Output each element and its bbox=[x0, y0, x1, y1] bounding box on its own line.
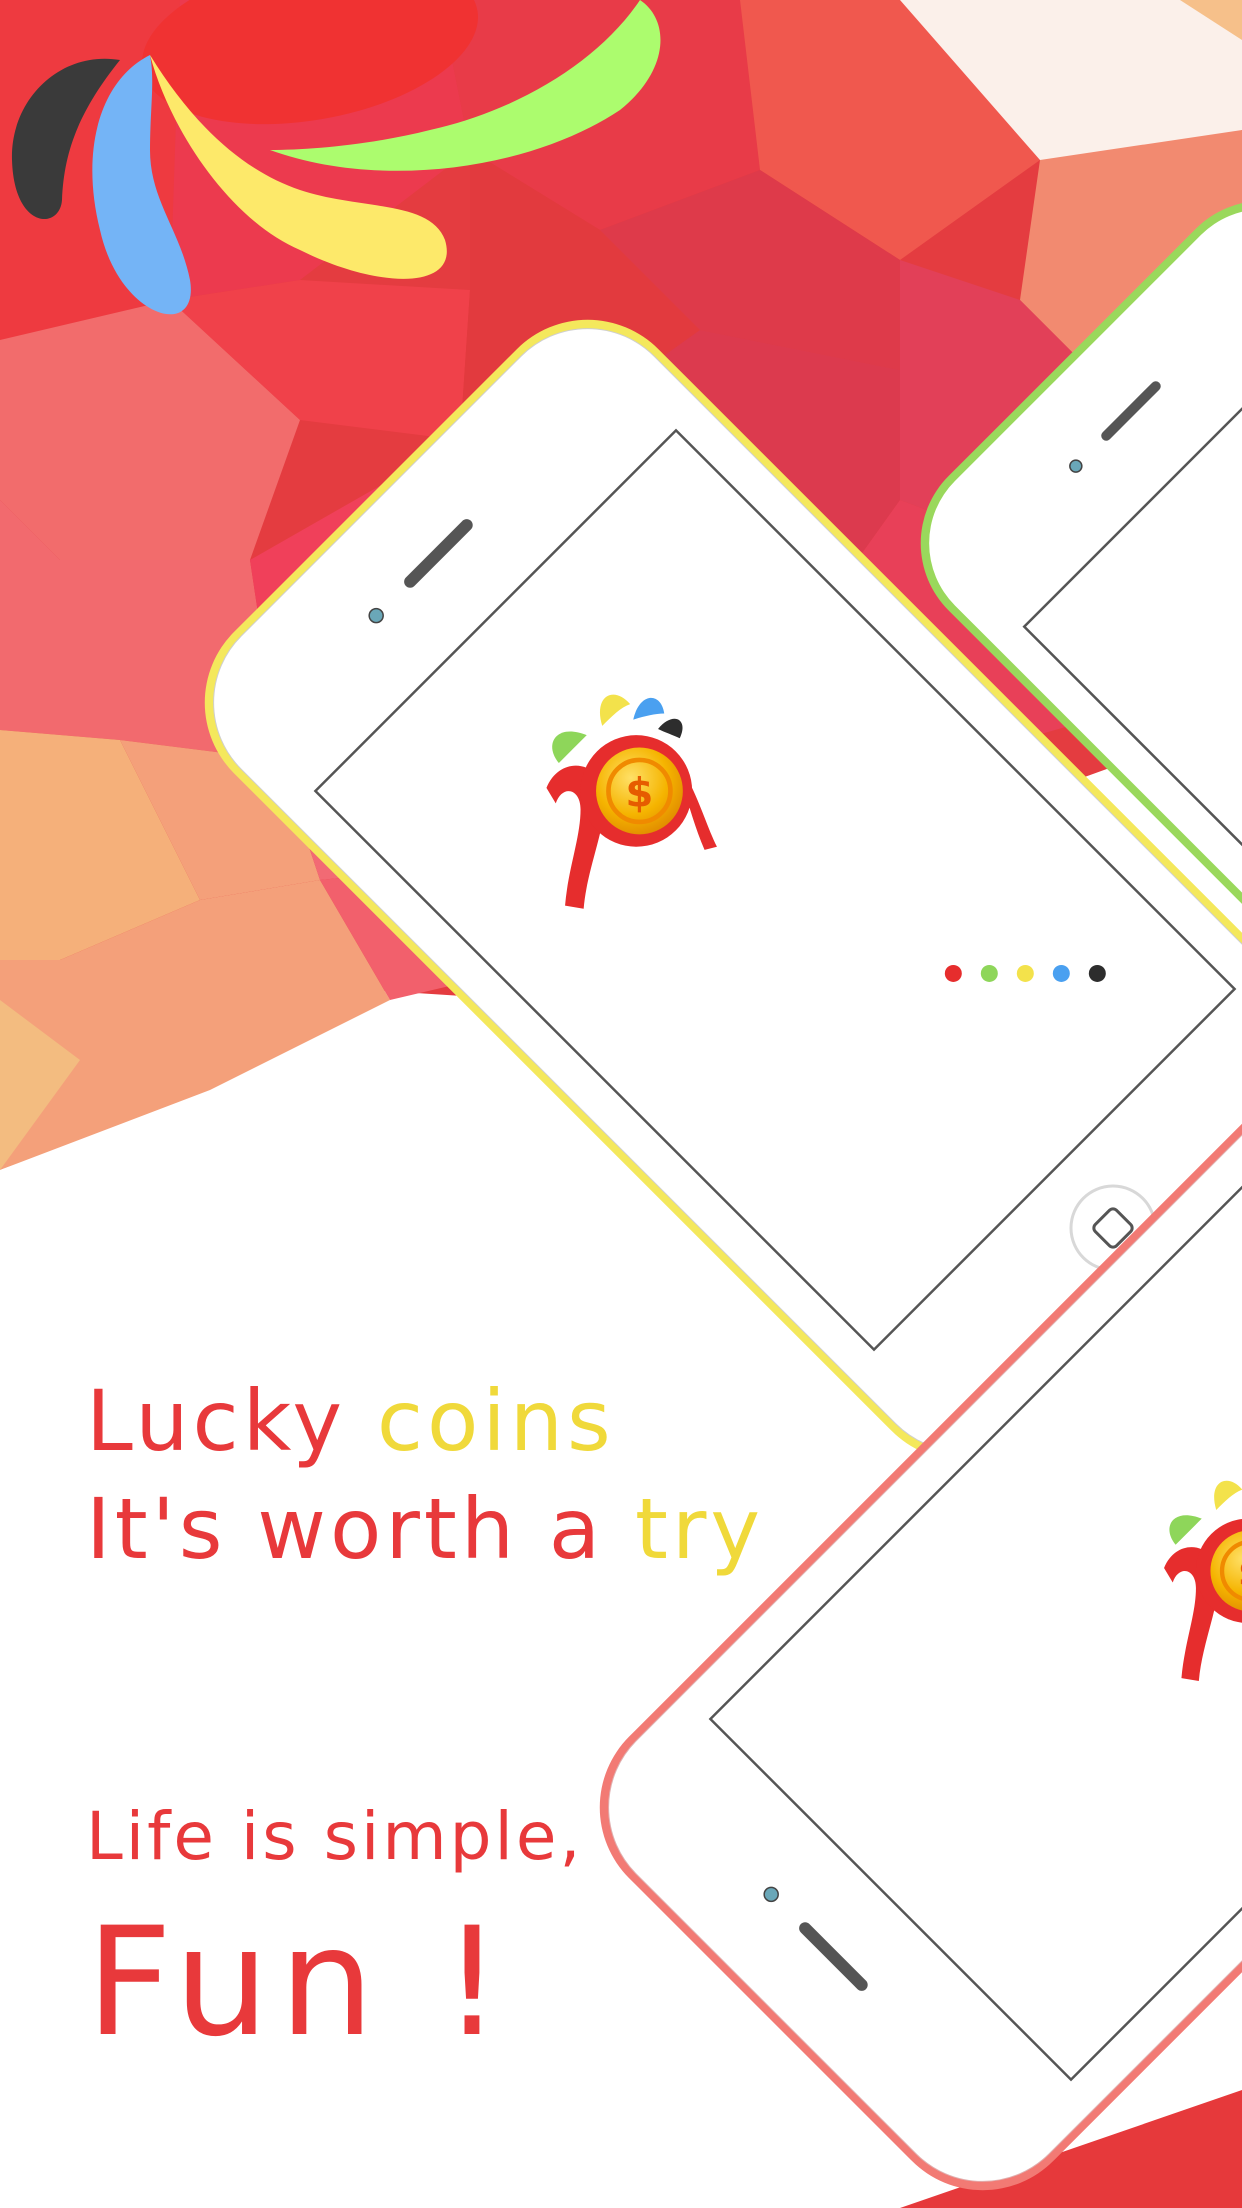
slogan-line-2: Fun ! bbox=[86, 1896, 513, 2070]
headline-word-lucky: Lucky bbox=[86, 1372, 347, 1470]
headline-word-try: try bbox=[634, 1480, 765, 1578]
headline-line-2: It's worth a try bbox=[86, 1480, 764, 1578]
headline-word-coins: coins bbox=[376, 1372, 615, 1470]
headline-worth-text: It's worth a bbox=[86, 1480, 605, 1578]
headline-line-1: Lucky coins bbox=[86, 1372, 615, 1470]
slogan-line-1: Life is simple, bbox=[86, 1798, 584, 1875]
promo-scene: $ bbox=[0, 0, 1242, 2208]
